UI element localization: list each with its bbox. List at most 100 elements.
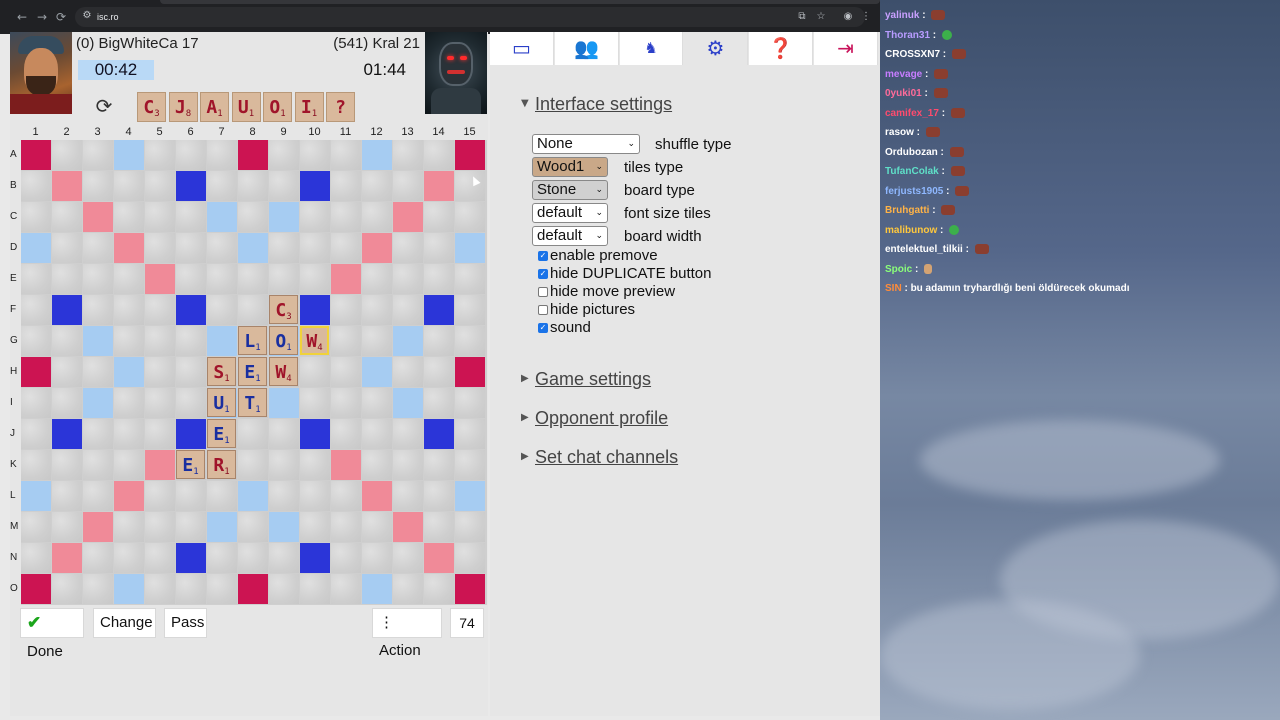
double-letter-square[interactable] bbox=[269, 388, 299, 418]
tiles-type-select[interactable]: Wood1 ⌄ bbox=[532, 157, 608, 177]
double-letter-square[interactable] bbox=[83, 388, 113, 418]
double-word-square[interactable] bbox=[52, 171, 82, 201]
double-letter-square[interactable] bbox=[207, 202, 237, 232]
board-square[interactable] bbox=[424, 264, 454, 294]
board-square[interactable] bbox=[145, 419, 175, 449]
board-square[interactable] bbox=[269, 419, 299, 449]
change-button[interactable]: Change bbox=[93, 608, 156, 638]
board-square[interactable] bbox=[362, 171, 392, 201]
board-square[interactable] bbox=[269, 450, 299, 480]
chat-channels-title[interactable]: Set chat channels bbox=[535, 447, 678, 468]
triple-letter-square[interactable] bbox=[176, 419, 206, 449]
bookmark-star-icon[interactable]: ☆ bbox=[814, 10, 828, 24]
double-letter-square[interactable] bbox=[393, 388, 423, 418]
board-square[interactable] bbox=[238, 450, 268, 480]
collapsed-arrow-icon[interactable]: ▶ bbox=[521, 412, 529, 423]
board-square[interactable] bbox=[145, 357, 175, 387]
board-square[interactable] bbox=[424, 481, 454, 511]
double-word-square[interactable] bbox=[362, 233, 392, 263]
board-square[interactable] bbox=[393, 233, 423, 263]
letter-tile[interactable]: C3 bbox=[137, 92, 166, 122]
settings-icon[interactable]: ⚙ bbox=[684, 32, 748, 65]
triple-letter-square[interactable] bbox=[52, 295, 82, 325]
board-tile[interactable]: O1 bbox=[269, 326, 298, 355]
board-square[interactable] bbox=[145, 543, 175, 573]
board-square[interactable] bbox=[455, 512, 485, 542]
double-letter-square[interactable] bbox=[207, 512, 237, 542]
triple-letter-square[interactable] bbox=[300, 171, 330, 201]
board-square[interactable] bbox=[52, 512, 82, 542]
menu-icon[interactable]: ⋮ bbox=[859, 10, 873, 24]
board-square[interactable] bbox=[424, 357, 454, 387]
board-square[interactable] bbox=[238, 202, 268, 232]
board-square[interactable] bbox=[145, 233, 175, 263]
board-square[interactable] bbox=[455, 202, 485, 232]
board-square[interactable] bbox=[455, 295, 485, 325]
checkbox[interactable]: ✓ bbox=[538, 269, 548, 279]
board-square[interactable] bbox=[362, 202, 392, 232]
board-square[interactable] bbox=[145, 171, 175, 201]
board-square[interactable] bbox=[52, 264, 82, 294]
board-square[interactable] bbox=[21, 295, 51, 325]
double-letter-square[interactable] bbox=[21, 481, 51, 511]
double-letter-square[interactable] bbox=[269, 512, 299, 542]
triple-letter-square[interactable] bbox=[176, 543, 206, 573]
board-square[interactable] bbox=[21, 326, 51, 356]
checkbox[interactable]: ✓ bbox=[538, 251, 548, 261]
checkbox[interactable] bbox=[538, 287, 548, 297]
board-square[interactable] bbox=[300, 140, 330, 170]
board-square[interactable] bbox=[21, 450, 51, 480]
users-icon[interactable]: 👥 bbox=[555, 32, 619, 65]
board-square[interactable] bbox=[424, 233, 454, 263]
board-tile[interactable]: S1 bbox=[207, 357, 236, 386]
triple-word-square[interactable] bbox=[455, 574, 485, 604]
board-square[interactable] bbox=[21, 264, 51, 294]
board-square[interactable] bbox=[83, 295, 113, 325]
board-square[interactable] bbox=[114, 264, 144, 294]
board-square[interactable] bbox=[207, 481, 237, 511]
board-square[interactable] bbox=[362, 543, 392, 573]
window-icon[interactable]: ▭ bbox=[490, 32, 554, 65]
board-type-select[interactable]: Stone ⌄ bbox=[532, 180, 608, 200]
checkbox[interactable] bbox=[538, 305, 548, 315]
board-square[interactable] bbox=[238, 419, 268, 449]
board-square[interactable] bbox=[145, 295, 175, 325]
board-square[interactable] bbox=[455, 450, 485, 480]
board-square[interactable] bbox=[52, 481, 82, 511]
board-square[interactable] bbox=[393, 543, 423, 573]
shuffle-icon[interactable]: ⟳ bbox=[92, 94, 116, 118]
board-square[interactable] bbox=[362, 419, 392, 449]
board-square[interactable] bbox=[114, 326, 144, 356]
double-word-square[interactable] bbox=[331, 450, 361, 480]
board-square[interactable] bbox=[331, 419, 361, 449]
back-icon[interactable]: ← bbox=[15, 10, 29, 24]
board-tile[interactable]: E1 bbox=[176, 450, 205, 479]
board-square[interactable] bbox=[145, 481, 175, 511]
board-square[interactable] bbox=[52, 202, 82, 232]
board-square[interactable] bbox=[393, 481, 423, 511]
double-letter-square[interactable] bbox=[238, 233, 268, 263]
board-square[interactable] bbox=[455, 171, 485, 201]
board-square[interactable] bbox=[331, 233, 361, 263]
board-square[interactable] bbox=[176, 357, 206, 387]
board-square[interactable] bbox=[393, 574, 423, 604]
board-square[interactable] bbox=[114, 202, 144, 232]
board-tile[interactable]: T1 bbox=[238, 388, 267, 417]
board-square[interactable] bbox=[393, 295, 423, 325]
board-square[interactable] bbox=[114, 450, 144, 480]
triple-letter-square[interactable] bbox=[300, 295, 330, 325]
board-square[interactable] bbox=[176, 233, 206, 263]
font-size-select[interactable]: default ⌄ bbox=[532, 203, 608, 223]
board-square[interactable] bbox=[114, 171, 144, 201]
board-tile[interactable]: W4 bbox=[300, 326, 329, 355]
triple-word-square[interactable] bbox=[21, 357, 51, 387]
board-square[interactable] bbox=[52, 140, 82, 170]
board-tile[interactable]: W4 bbox=[269, 357, 298, 386]
board-square[interactable] bbox=[176, 481, 206, 511]
board-square[interactable] bbox=[424, 140, 454, 170]
board-tile[interactable]: R1 bbox=[207, 450, 236, 479]
board-square[interactable] bbox=[145, 140, 175, 170]
board-square[interactable] bbox=[145, 512, 175, 542]
forward-icon[interactable]: → bbox=[35, 10, 49, 24]
board-square[interactable] bbox=[83, 574, 113, 604]
